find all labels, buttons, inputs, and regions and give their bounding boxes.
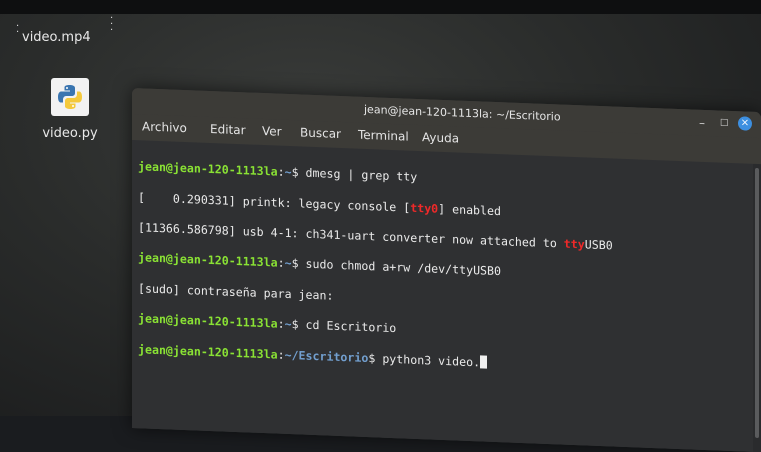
window-title: jean@jean-120-1113la: ~/Escritorio [364,102,561,124]
menu-editar[interactable]: Editar [210,122,246,137]
terminal-line: [sudo] contraseña para jean: [138,281,613,314]
terminal-output[interactable]: jean@jean-120-1113la:~$ dmesg | grep tty… [132,140,753,452]
scrollbar-thumb[interactable] [755,167,759,439]
output-text: [sudo] contraseña para jean: [138,281,334,303]
prompt-path: ~ [284,317,292,332]
selection-handle-icon: · · · [110,13,114,36]
minimize-icon[interactable]: – [699,116,705,130]
screen-bezel [0,0,761,14]
desktop-icon-video-py[interactable]: video.py [30,78,110,141]
terminal-line: jean@jean-120-1113la:~$ sudo chmod a+rw … [138,250,501,279]
terminal-line: jean@jean-120-1113la:~$ dmesg | grep tty [138,159,418,185]
python-file-icon [51,78,89,116]
command-text: cd Escritorio [305,317,397,336]
maximize-icon[interactable]: □ [720,118,729,128]
text-cursor [480,355,488,369]
command-text: dmesg | grep tty [305,165,418,185]
scrollbar[interactable] [753,163,761,452]
grep-highlight: tty [563,236,585,252]
desktop-icon-label: video.mp4 [22,30,91,45]
prompt-path: ~ [284,256,292,271]
terminal-lines: jean@jean-120-1113la:~$ dmesg | grep tty… [138,144,613,405]
menu-archivo[interactable]: Archivo [142,119,187,135]
terminal-line: [11366.586798] usb 4-1: ch341-uart conve… [138,220,613,253]
prompt-user: jean@jean-120-1113la [138,250,278,271]
prompt-path: ~/Escritorio [284,347,369,365]
prompt-user: jean@jean-120-1113la [138,311,278,331]
prompt-path: ~ [284,165,292,180]
terminal-line: jean@jean-120-1113la:~$ cd Escritorio [138,311,397,336]
terminal-line: jean@jean-120-1113la:~/Escritorio$ pytho… [138,342,613,375]
terminal-window[interactable]: jean@jean-120-1113la: ~/Escritorio – □ ×… [132,88,761,452]
output-text: [11366.586798] usb 4-1: ch341-uart conve… [138,220,564,251]
grep-highlight: tty0 [410,200,439,216]
terminal-line: [ 0.290331] printk: legacy console [tty0… [138,190,613,223]
selection-handle-icon: · · [16,21,20,38]
close-icon[interactable]: × [738,116,752,131]
menu-ayuda[interactable]: Ayuda [422,130,459,145]
prompt-user: jean@jean-120-1113la [138,341,278,362]
menu-terminal[interactable]: Terminal [358,128,409,144]
prompt-user: jean@jean-120-1113la [138,159,278,179]
command-input[interactable]: python3 video. [382,351,480,369]
output-text: ] enabled [438,201,501,218]
output-text: [ 0.290331] printk: legacy console [ [138,189,411,215]
desktop: · · · · · video.mp4 video.py jean@jean-120-… [0,0,761,452]
menu-buscar[interactable]: Buscar [300,125,341,141]
menu-ver[interactable]: Ver [262,124,282,139]
command-text: sudo chmod a+rw /dev/ttyUSB0 [305,257,501,279]
desktop-icon-label: video.py [42,126,98,141]
output-text: USB0 [584,237,613,253]
